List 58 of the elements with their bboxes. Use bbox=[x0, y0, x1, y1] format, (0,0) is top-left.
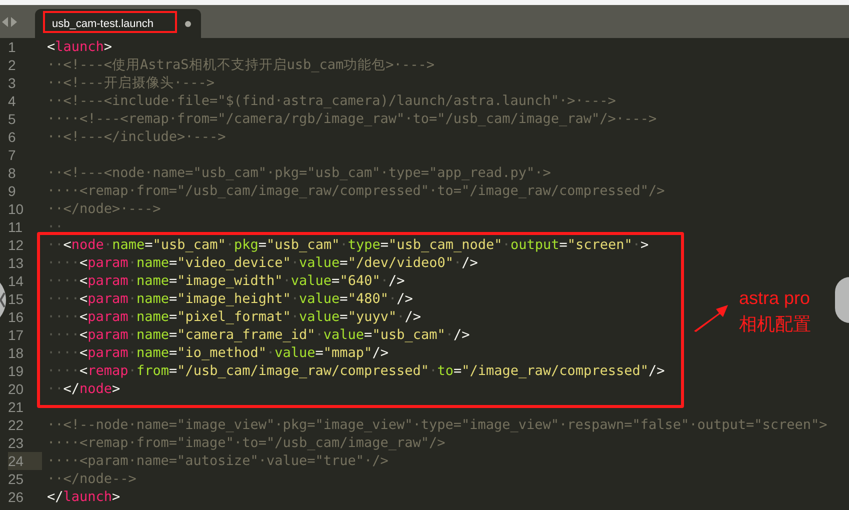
line-number: 21 bbox=[8, 398, 25, 416]
code-line: ····<param·name="video_device"·value="/dev/video0"·/> bbox=[47, 255, 478, 271]
arrow-icon bbox=[693, 304, 729, 332]
line-number: 4 bbox=[8, 92, 17, 110]
line-number: 11 bbox=[8, 218, 24, 236]
line-number: 7 bbox=[8, 146, 17, 164]
comment-line: ··<!---<node·name="usb_cam"·pkg="usb_cam"·type="app_read.py"·> bbox=[47, 165, 551, 181]
line-number: 1 bbox=[8, 38, 17, 56]
code-line: ····<param·name="image_width"·value="640"·/> bbox=[47, 273, 405, 289]
comment-line: ··</node--> bbox=[47, 471, 136, 487]
comment-line: ····<!---<remap·from="/camera/rgb/image_raw"·to="/usb_cam/image_raw"/>·---> bbox=[47, 111, 657, 127]
annotation-text: astra pro bbox=[739, 287, 811, 310]
line-number: 19 bbox=[8, 362, 25, 380]
code-line: </launch> bbox=[47, 489, 120, 505]
code-line: ··<node·name="usb_cam"·pkg="usb_cam"·type="usb_cam_node"·output="screen"·> bbox=[47, 237, 649, 253]
comment-line: ··</node>·---> bbox=[47, 201, 161, 217]
line-number: 22 bbox=[8, 416, 25, 434]
code-line: ····<param·name="camera_frame_id"·value="usb_cam"·/> bbox=[47, 327, 470, 343]
line-number: 17 bbox=[8, 326, 25, 344]
comment-line: ··<!---</include>·---> bbox=[47, 129, 226, 145]
line-number: 20 bbox=[8, 380, 25, 398]
chevron-left-icon bbox=[0, 292, 5, 308]
line-number: 2 bbox=[8, 56, 17, 74]
comment-line: ··<!---<使用AstraS相机不支持开启usb_cam功能包>·---> bbox=[47, 57, 434, 73]
line-number: 14 bbox=[8, 272, 25, 290]
annotation-text: 相机配置 bbox=[739, 313, 811, 336]
line-number: 18 bbox=[8, 344, 25, 362]
code-line: ····<param·name="image_height"·value="480"·/> bbox=[47, 291, 413, 307]
line-number: 3 bbox=[8, 74, 17, 92]
line-number: 10 bbox=[8, 200, 25, 218]
comment-line: ····<remap·from="image"·to="/usb_cam/image_raw"/> bbox=[47, 435, 446, 451]
comment-line: ····<remap·from="/usb_cam/image_raw/compressed"·to="/image_raw/compressed"/> bbox=[47, 183, 665, 199]
line-number: 9 bbox=[8, 182, 17, 200]
line-number: 12 bbox=[8, 236, 25, 254]
code-line: ·· bbox=[47, 219, 64, 235]
comment-line: ··<!---开启摄像头·---> bbox=[47, 75, 215, 91]
dot-icon bbox=[185, 20, 191, 26]
scroll-left-icon[interactable] bbox=[2, 16, 8, 26]
line-number: 15 bbox=[8, 290, 25, 308]
code-line: ····<remap·from="/usb_cam/image_raw/compressed"·to="/image_raw/compressed"/> bbox=[47, 363, 665, 379]
comment-line: ··<!--node·name="image_view"·pkg="image_view"·type="image_view"·respawn="false"·output="screen"> bbox=[47, 417, 828, 433]
line-number: 16 bbox=[8, 308, 25, 326]
code-line: ····<param·name="io_method"·value="mmap"/> bbox=[47, 345, 388, 361]
line-number: 5 bbox=[8, 110, 17, 128]
line-number: 26 bbox=[8, 488, 25, 506]
line-number: 8 bbox=[8, 164, 17, 182]
code-line: <launch> bbox=[47, 39, 112, 55]
scroll-right-icon[interactable] bbox=[11, 16, 17, 26]
code-line: ····<param·name="pixel_format"·value="yuyv"·/> bbox=[47, 309, 421, 325]
line-number: 6 bbox=[8, 128, 17, 146]
comment-line: ····<param·name="autosize"·value="true"·/> bbox=[47, 453, 388, 469]
line-number: 25 bbox=[8, 470, 25, 488]
tab-label: usb_cam-test.launch bbox=[52, 18, 154, 30]
line-number: 24 bbox=[8, 452, 42, 470]
line-number: 13 bbox=[8, 254, 25, 272]
code-line: ··</node> bbox=[47, 381, 120, 397]
comment-line: ··<!---<include·file="$(find·astra_camera)/launch/astra.launch"·>·---> bbox=[47, 93, 616, 109]
line-number: 23 bbox=[8, 434, 25, 452]
